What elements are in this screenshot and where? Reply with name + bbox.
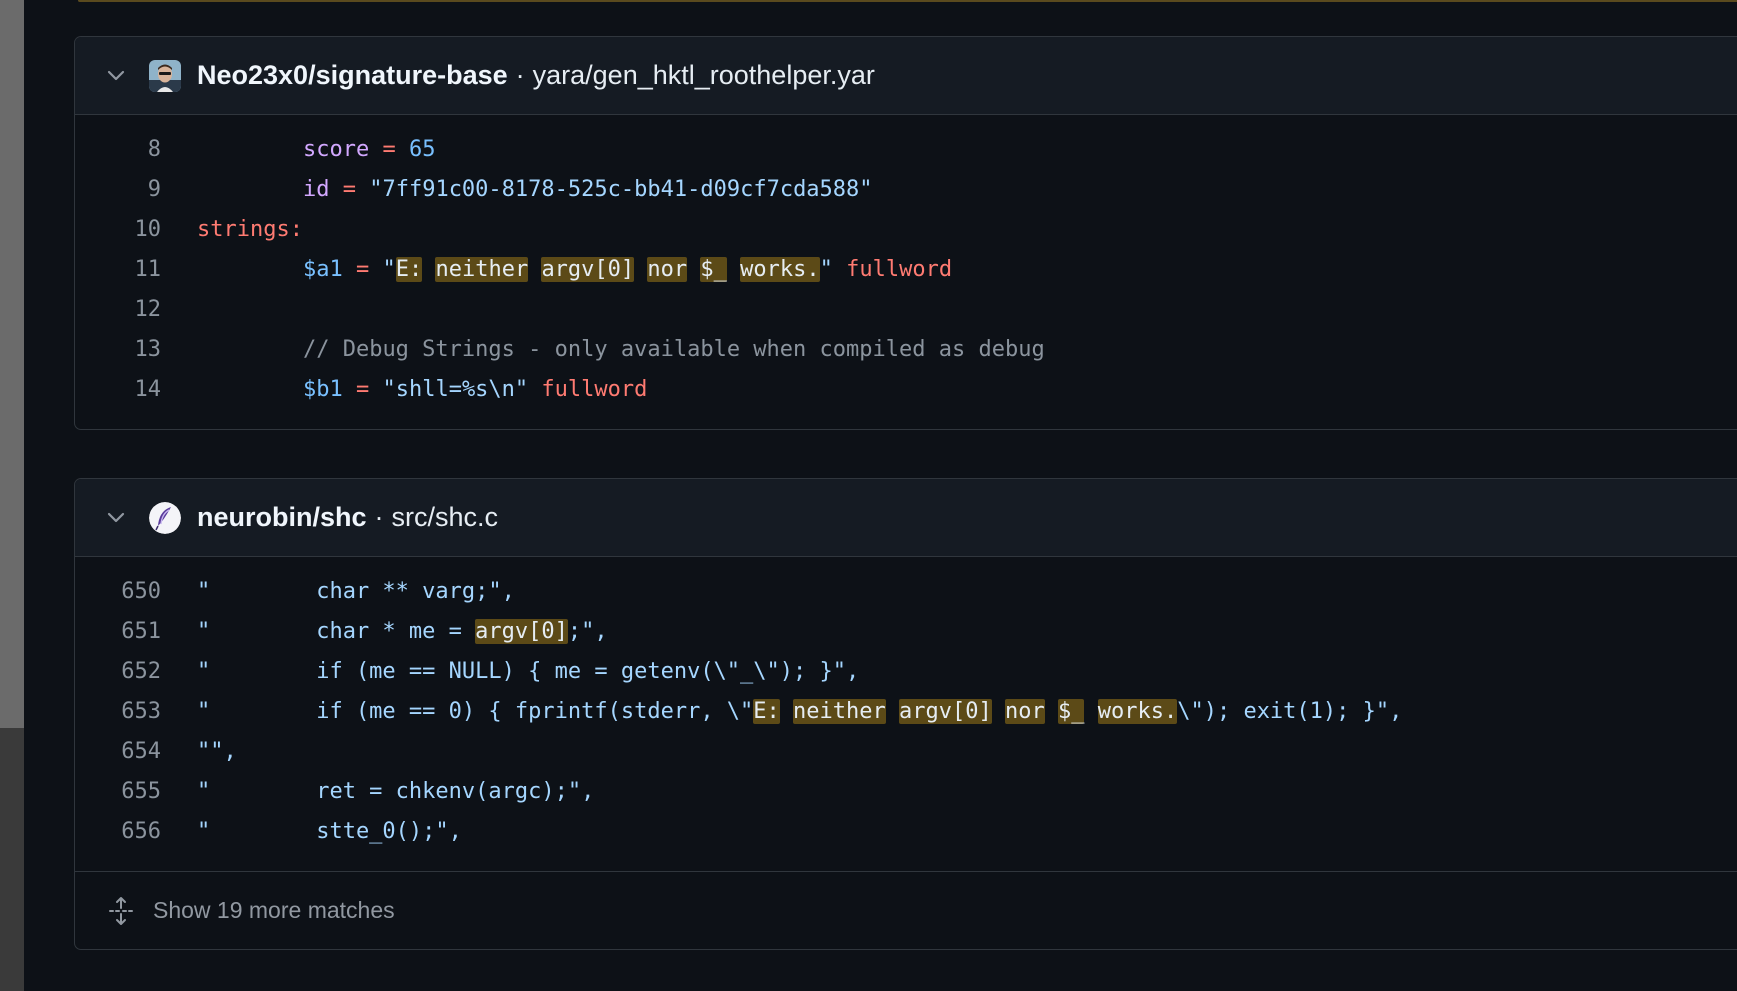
chevron-down-icon[interactable] bbox=[105, 65, 127, 87]
left-gutter bbox=[0, 0, 24, 991]
code-line: 11 $a1 = "E: neither argv[0] nor $_ work… bbox=[75, 249, 1737, 289]
line-content: "", bbox=[197, 738, 237, 764]
token: $b1 bbox=[302, 376, 343, 402]
token: $a1 bbox=[302, 256, 343, 282]
line-number[interactable]: 13 bbox=[75, 337, 162, 362]
line-number[interactable]: 12 bbox=[75, 297, 162, 322]
token: "shll=%s\n" bbox=[382, 376, 529, 402]
show-more-label: Show 19 more matches bbox=[153, 897, 395, 923]
token: " bbox=[382, 256, 396, 282]
code-line: 653 " if (me == 0) { fprintf(stderr, \"E… bbox=[75, 691, 1737, 731]
path-separator: · bbox=[515, 60, 525, 90]
token: = bbox=[342, 376, 383, 402]
line-content: " if (me == NULL) { me = getenv(\"_\"); … bbox=[197, 658, 860, 684]
line-content: strings: bbox=[161, 217, 303, 242]
line-content: " char ** varg;", bbox=[197, 578, 515, 604]
token: = bbox=[342, 256, 383, 282]
match-highlight: argv[0] bbox=[899, 698, 992, 724]
match-highlight: works. bbox=[740, 256, 820, 282]
result-header: Neo23x0/signature-base · yara/gen_hktl_r… bbox=[75, 37, 1737, 115]
code-line: 655 " ret = chkenv(argc);", bbox=[75, 771, 1737, 811]
code-snippet: 650 " char ** varg;", 651 " char * me = … bbox=[75, 557, 1737, 851]
match-highlight: $_ bbox=[1057, 698, 1085, 724]
match-highlight: E: bbox=[753, 698, 780, 724]
line-content: " char * me = argv[0];", bbox=[161, 618, 608, 644]
line-number[interactable]: 652 bbox=[75, 659, 161, 684]
code-line: 8 score = 65 bbox=[75, 129, 1737, 169]
line-number[interactable]: 8 bbox=[75, 137, 161, 162]
code-line: 656 " stte_0();", bbox=[75, 811, 1737, 851]
left-gutter-scroll-region bbox=[0, 0, 24, 728]
code-line: 650 " char ** varg;", bbox=[75, 571, 1737, 611]
match-highlight: argv[0] bbox=[541, 256, 635, 282]
token: strings: bbox=[197, 216, 303, 242]
previous-card-edge bbox=[78, 0, 1737, 2]
line-number[interactable]: 653 bbox=[75, 699, 161, 724]
match-highlight: argv[0] bbox=[475, 618, 568, 644]
repo-link[interactable]: neurobin/shc bbox=[197, 502, 367, 533]
match-highlight: $_ bbox=[700, 256, 727, 282]
result-header: neurobin/shc · src/shc.c bbox=[75, 479, 1737, 557]
token: = bbox=[369, 136, 409, 162]
line-number[interactable]: 14 bbox=[75, 377, 162, 402]
token: 65 bbox=[408, 136, 436, 162]
line-number[interactable]: 656 bbox=[75, 819, 161, 844]
line-content: // Debug Strings - only available when c… bbox=[161, 337, 1045, 362]
token: = bbox=[329, 176, 370, 202]
line-content: $a1 = "E: neither argv[0] nor $_ works."… bbox=[161, 256, 953, 282]
code-snippet: 8 score = 65 9 id = "7ff91c00-8178-525c-… bbox=[75, 115, 1737, 409]
line-number[interactable]: 9 bbox=[75, 177, 161, 202]
code-line: 12 bbox=[75, 289, 1737, 329]
line-number[interactable]: 651 bbox=[75, 619, 161, 644]
line-number[interactable]: 11 bbox=[75, 257, 162, 282]
line-content: " ret = chkenv(argc);", bbox=[197, 778, 595, 804]
path-separator: · bbox=[374, 502, 384, 532]
code-line: 13 // Debug Strings - only available whe… bbox=[75, 329, 1737, 369]
code-line: 9 id = "7ff91c00-8178-525c-bb41-d09cf7cd… bbox=[75, 169, 1737, 209]
token: ;", bbox=[567, 618, 608, 644]
token: " char * me = bbox=[197, 618, 476, 644]
code-line: 14 $b1 = "shll=%s\n" fullword bbox=[75, 369, 1737, 409]
token: fullword bbox=[846, 256, 953, 282]
code-line: 651 " char * me = argv[0];", bbox=[75, 611, 1737, 651]
unfold-icon bbox=[107, 895, 135, 927]
match-highlight: nor bbox=[1004, 698, 1045, 724]
repo-avatar[interactable] bbox=[149, 501, 181, 534]
line-content: " if (me == 0) { fprintf(stderr, \"E: ne… bbox=[161, 698, 1403, 724]
chevron-down-icon[interactable] bbox=[105, 507, 127, 529]
line-number[interactable]: 650 bbox=[75, 579, 161, 604]
match-highlight: works. bbox=[1097, 698, 1178, 724]
code-line: 652 " if (me == NULL) { me = getenv(\"_\… bbox=[75, 651, 1737, 691]
token: " bbox=[819, 256, 833, 282]
file-path-link[interactable]: src/shc.c bbox=[392, 502, 499, 533]
show-more-matches-button[interactable]: Show 19 more matches bbox=[75, 871, 1737, 949]
token: " if (me == 0) { fprintf(stderr, \" bbox=[197, 698, 754, 724]
line-number[interactable]: 654 bbox=[75, 739, 161, 764]
line-content: id = "7ff91c00-8178-525c-bb41-d09cf7cda5… bbox=[161, 177, 873, 202]
token: "7ff91c00-8178-525c-bb41-d09cf7cda588" bbox=[369, 176, 873, 202]
line-content: score = 65 bbox=[161, 137, 435, 162]
token: \"); exit(1); }", bbox=[1177, 698, 1403, 724]
token: id bbox=[302, 176, 330, 202]
repo-avatar[interactable] bbox=[149, 59, 181, 92]
line-content: $b1 = "shll=%s\n" fullword bbox=[161, 377, 647, 402]
token: // Debug Strings - only available when c… bbox=[302, 336, 1045, 362]
search-result-card: neurobin/shc · src/shc.c 650 " char ** v… bbox=[74, 478, 1737, 950]
repo-link[interactable]: Neo23x0/signature-base bbox=[197, 60, 508, 91]
line-content: " stte_0();", bbox=[197, 818, 462, 844]
line-number[interactable]: 10 bbox=[75, 217, 162, 242]
line-number[interactable]: 655 bbox=[75, 779, 161, 804]
match-highlight: E: bbox=[395, 256, 423, 282]
file-path-link[interactable]: yara/gen_hktl_roothelper.yar bbox=[533, 60, 875, 91]
token: score bbox=[302, 136, 370, 162]
match-highlight: nor bbox=[647, 256, 688, 282]
code-line: 10 strings: bbox=[75, 209, 1737, 249]
match-highlight: neither bbox=[793, 698, 886, 724]
match-highlight: neither bbox=[435, 256, 529, 282]
token: fullword bbox=[541, 376, 648, 402]
code-line: 654 "", bbox=[75, 731, 1737, 771]
search-result-card: Neo23x0/signature-base · yara/gen_hktl_r… bbox=[74, 36, 1737, 430]
